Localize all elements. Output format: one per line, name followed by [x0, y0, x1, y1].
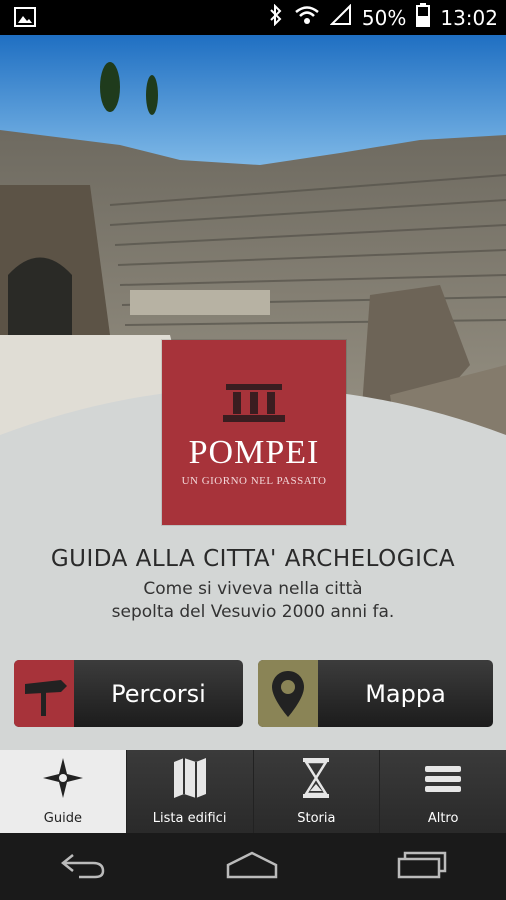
mappa-button[interactable]: Mappa: [258, 660, 493, 727]
percorsi-label: Percorsi: [111, 679, 206, 708]
hourglass-icon: [301, 758, 331, 802]
tab-guide[interactable]: Guide: [0, 750, 127, 833]
pompei-logo: POMPEI UN GIORNO NEL PASSATO: [162, 340, 346, 525]
bluetooth-icon: [268, 3, 284, 31]
logo-subtitle: UN GIORNO NEL PASSATO: [181, 475, 327, 487]
recents-icon[interactable]: [397, 851, 447, 883]
tab-altro[interactable]: Altro: [380, 750, 506, 833]
back-icon[interactable]: [59, 851, 107, 883]
battery-text: 50%: [361, 5, 407, 30]
map-icon: [172, 758, 208, 802]
tab-storia[interactable]: Storia: [254, 750, 381, 833]
clock: 13:02: [440, 5, 498, 30]
system-nav-bar: [0, 833, 506, 900]
image-icon: [14, 7, 36, 31]
headline: GUIDA ALLA CITTA' ARCHELOGICA: [50, 546, 456, 572]
signal-icon: [329, 3, 352, 31]
home-icon[interactable]: [224, 851, 280, 883]
compass-icon: [42, 758, 83, 802]
menu-icon: [425, 758, 462, 802]
status-bar: 50% 13:02: [0, 0, 506, 35]
mappa-label: Mappa: [365, 679, 446, 708]
map-pin-icon: [258, 660, 318, 727]
signpost-icon: [14, 660, 74, 727]
tab-guide-label: Guide: [43, 811, 82, 826]
logo-title: POMPEI: [188, 434, 320, 471]
tab-lista-edifici-label: Lista edifici: [152, 811, 227, 826]
wifi-icon: [294, 5, 320, 30]
tab-lista-edifici[interactable]: Lista edifici: [127, 750, 254, 833]
tagline: Come si viveva nella città sepolta del V…: [0, 578, 506, 624]
tagline-line-2: sepolta del Vesuvio 2000 anni fa.: [111, 602, 395, 622]
tab-storia-label: Storia: [297, 811, 336, 826]
bottom-tab-bar: Guide Lista edifici Storia Altro: [0, 750, 506, 833]
temple-columns-icon: [223, 384, 285, 428]
tab-altro-label: Altro: [427, 811, 459, 826]
battery-icon: [416, 3, 431, 32]
percorsi-button[interactable]: Percorsi: [14, 660, 243, 727]
tagline-line-1: Come si viveva nella città: [143, 579, 363, 599]
